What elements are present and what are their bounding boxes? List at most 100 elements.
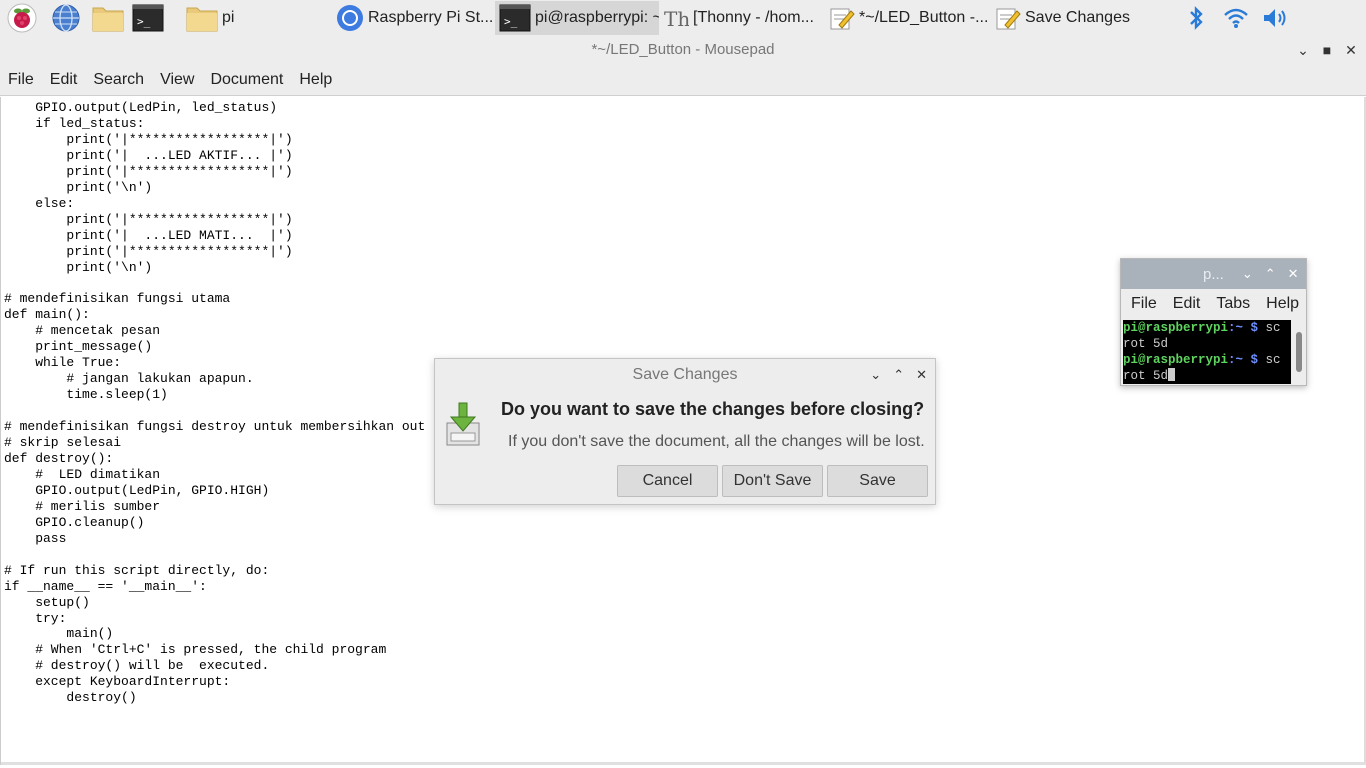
save-button[interactable]: Save [827,465,928,497]
code-line: # mencetak pesan [4,323,161,339]
code-line: GPIO.cleanup() [4,514,145,530]
menubar: File Edit Search View Document Help [0,64,1366,96]
menu-document[interactable]: Document [210,71,283,89]
wifi-icon[interactable] [1216,7,1256,29]
window-titlebar: *~/LED_Button - Mousepad ⌄ ■ ✕ [0,36,1366,64]
terminal-titlebar: p... ⌄ ⌃ ✕ [1121,259,1306,289]
svg-text:Th: Th [664,7,689,31]
task-label: [Thonny - /hom... [693,9,814,26]
terminal-title: p... [1203,265,1224,283]
code-line: destroy() [4,690,137,706]
close-icon[interactable]: ✕ [1288,266,1299,282]
code-line: print('|******************|') [4,131,293,147]
file-manager-launcher[interactable] [88,1,128,35]
dont-save-button[interactable]: Don't Save [722,465,823,497]
terminal-scrollbar[interactable] [1293,320,1305,384]
terminal-launcher[interactable]: >_ [128,1,168,35]
terminal-menu-help[interactable]: Help [1266,295,1299,313]
code-line: # mendefinisikan fungsi destroy untuk me… [4,419,426,435]
code-line: pass [4,530,67,546]
terminal-output[interactable]: pi@raspberrypi:~ $ sc rot 5d pi@raspberryp… [1123,320,1291,384]
code-line: if __name__ == '__main__': [4,578,207,594]
terminal-menu-edit[interactable]: Edit [1173,295,1201,313]
code-line: GPIO.output(LedPin, led_status) [4,100,278,115]
minimize-icon[interactable]: ⌄ [1242,266,1253,282]
menu-search[interactable]: Search [93,71,144,89]
task-label: *~/LED_Button -... [859,9,989,26]
code-line: # destroy() will be executed. [4,658,270,674]
terminal-line: rot 5d [1123,337,1169,351]
task-file-manager[interactable]: pi [182,1,332,35]
code-line: # jangan lakukan apapun. [4,371,254,387]
dialog-title: Save Changes [632,366,738,383]
code-line: # If run this script directly, do: [4,562,270,578]
close-icon[interactable]: ✕ [916,367,927,383]
task-thonny[interactable]: Th [Thonny - /hom... [659,1,825,35]
code-line: print('| ...LED MATI... |') [4,227,293,243]
close-icon[interactable]: ✕ [1344,36,1358,64]
dialog-message: If you don't save the document, all the … [508,433,925,450]
chromium-icon [336,4,364,32]
terminal-window[interactable]: p... ⌄ ⌃ ✕ File Edit Tabs Help pi@raspbe… [1120,258,1307,386]
raspberry-icon [7,3,37,33]
task-label: Raspberry Pi St... [368,9,494,26]
minimize-icon[interactable]: ⌄ [870,367,881,383]
code-line: setup() [4,594,90,610]
folder-icon [92,7,124,32]
folder-icon [186,4,218,32]
code-line: main() [4,626,114,642]
menu-file[interactable]: File [8,71,34,89]
maximize-icon[interactable]: ■ [1320,36,1334,64]
task-label: pi@raspberrypi: ~ [535,9,659,26]
dialog-heading: Do you want to save the changes before c… [501,399,925,419]
terminal-line: pi@raspberrypi:~ $ sc [1123,321,1281,335]
mousepad-icon [829,5,855,31]
code-text[interactable]: GPIO.output(LedPin, led_status) if led_s… [4,100,425,706]
raspberry-menu-button[interactable] [0,1,44,35]
terminal-line: rot 5d [1123,368,1291,384]
code-line: print('|******************|') [4,243,293,259]
terminal-menu-file[interactable]: File [1131,295,1157,313]
code-line: print('| ...LED AKTIF... |') [4,147,293,163]
terminal-icon: >_ [499,4,531,32]
scrollbar-thumb[interactable] [1296,332,1302,372]
taskbar: >_ pi Raspberry Pi St... >_ pi@raspberry… [0,0,1366,36]
save-changes-dialog: Save Changes ⌄ ⌃ ✕ Do you want to save t… [434,358,936,505]
volume-icon[interactable] [1256,6,1296,30]
maximize-icon[interactable]: ⌃ [1265,266,1276,282]
terminal-cursor [1168,368,1176,381]
svg-text:>_: >_ [137,15,151,28]
task-mousepad[interactable]: *~/LED_Button -... [825,1,991,35]
cancel-button[interactable]: Cancel [617,465,718,497]
code-line: else: [4,195,75,211]
menu-view[interactable]: View [160,71,194,89]
task-terminal[interactable]: >_ pi@raspberrypi: ~ [495,1,659,35]
globe-icon [52,4,80,32]
menu-edit[interactable]: Edit [50,71,78,89]
maximize-icon[interactable]: ⌃ [893,367,904,383]
minimize-icon[interactable]: ⌄ [1296,36,1310,64]
code-line: # mendefinisikan fungsi utama [4,291,231,307]
task-label: pi [222,9,235,26]
code-line: print('|******************|') [4,211,293,227]
terminal-menubar: File Edit Tabs Help [1121,289,1306,319]
menu-help[interactable]: Help [299,71,332,89]
code-line: def main(): [4,307,90,323]
code-line: print('|******************|') [4,163,293,179]
terminal-line: pi@raspberrypi:~ $ sc [1123,353,1281,367]
code-line: while True: [4,355,122,371]
task-save-changes[interactable]: Save Changes [991,1,1157,35]
terminal-menu-tabs[interactable]: Tabs [1216,295,1250,313]
code-line: print_message() [4,339,153,355]
mousepad-icon [995,5,1021,31]
bluetooth-icon[interactable] [1176,5,1216,31]
code-line: if led_status: [4,115,145,131]
web-browser-launcher[interactable] [44,1,88,35]
task-chromium[interactable]: Raspberry Pi St... [332,1,495,35]
terminal-icon: >_ [132,4,164,32]
status-bar [1,762,1366,765]
window-title: *~/LED_Button - Mousepad [591,41,775,58]
code-line: # LED dimatikan [4,466,161,482]
